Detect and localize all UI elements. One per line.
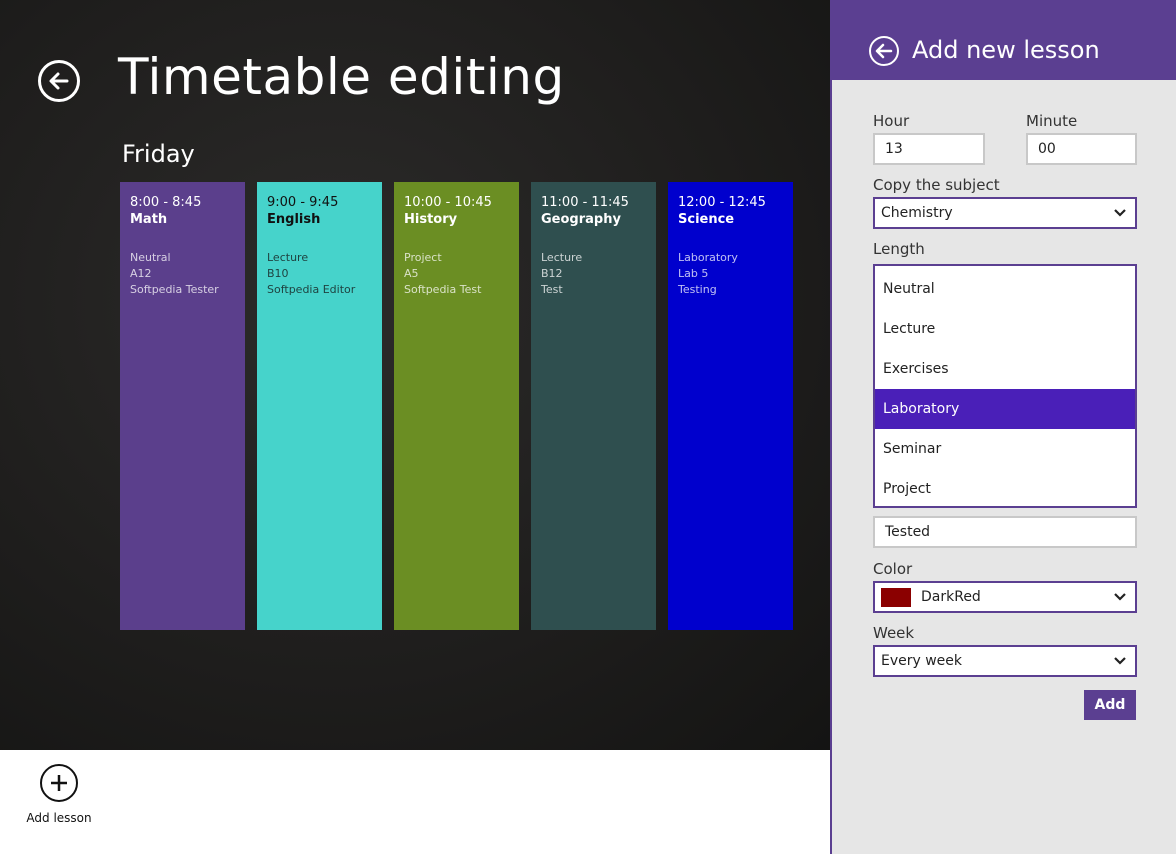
lesson-room: A12 (130, 267, 152, 280)
length-label: Length (873, 240, 925, 258)
lesson-subject: Geography (541, 212, 621, 227)
chevron-down-icon (1114, 593, 1126, 601)
dropdown-item-project[interactable]: Project (875, 469, 1135, 509)
lesson-type: Project (404, 251, 442, 264)
hour-label: Hour (873, 112, 910, 130)
teacher-input[interactable]: Tested (873, 516, 1137, 548)
lesson-room: B10 (267, 267, 289, 280)
add-lesson-label: Add lesson (26, 811, 92, 825)
dropdown-item-laboratory[interactable]: Laboratory (875, 389, 1135, 429)
flyout-header: Add new lesson (832, 0, 1176, 80)
dropdown-item-neutral[interactable]: Neutral (875, 269, 1135, 309)
lesson-room: Lab 5 (678, 267, 709, 280)
copy-subject-select[interactable]: Chemistry (873, 197, 1137, 229)
lesson-teacher: Softpedia Tester (130, 283, 219, 296)
timetable-board: Timetable editing Friday 8:00 - 8:45 Mat… (0, 0, 830, 750)
lesson-card-english[interactable]: 9:00 - 9:45 English Lecture B10 Softpedi… (257, 182, 382, 630)
lesson-teacher: Test (541, 283, 563, 296)
minute-label: Minute (1026, 112, 1078, 130)
minute-input[interactable]: 00 (1026, 133, 1137, 165)
lesson-type: Laboratory (678, 251, 738, 264)
copy-subject-value: Chemistry (881, 205, 953, 221)
flyout-back-button[interactable] (869, 36, 899, 66)
hour-input[interactable]: 13 (873, 133, 985, 165)
color-value: DarkRed (921, 589, 981, 605)
day-label: Friday (122, 140, 195, 168)
lesson-subject: Math (130, 212, 168, 227)
week-select[interactable]: Every week (873, 645, 1137, 677)
chevron-down-icon (1114, 209, 1126, 217)
lesson-teacher: Softpedia Test (404, 283, 482, 296)
color-select[interactable]: DarkRed (873, 581, 1137, 613)
lesson-time: 9:00 - 9:45 (267, 195, 339, 210)
chevron-down-icon (1114, 657, 1126, 665)
plus-circle-icon (51, 775, 67, 791)
lesson-teacher: Softpedia Editor (267, 283, 356, 296)
lesson-type: Neutral (130, 251, 171, 264)
week-value: Every week (881, 653, 963, 669)
lesson-teacher: Testing (678, 283, 717, 296)
copy-subject-label: Copy the subject (873, 176, 1000, 194)
color-label: Color (873, 560, 913, 578)
week-label: Week (873, 624, 915, 642)
lesson-card-science[interactable]: 12:00 - 12:45 Science Laboratory Lab 5 T… (668, 182, 793, 630)
back-button[interactable] (38, 60, 80, 102)
dropdown-item-lecture[interactable]: Lecture (875, 309, 1135, 349)
lesson-subject: Science (678, 212, 735, 227)
lesson-room: B12 (541, 267, 563, 280)
add-lesson-circle (40, 764, 78, 802)
add-lesson-flyout: Add new lesson Hour 13 Minute 00 Copy th… (830, 0, 1176, 854)
lesson-subject: English (267, 212, 321, 227)
lesson-type: Lecture (267, 251, 309, 264)
dropdown-item-seminar[interactable]: Seminar (875, 429, 1135, 469)
lesson-subject: History (404, 212, 458, 227)
add-button[interactable]: Add (1084, 690, 1136, 720)
lesson-card-history[interactable]: 10:00 - 10:45 History Project A5 Softped… (394, 182, 519, 630)
lesson-time: 10:00 - 10:45 (404, 195, 492, 210)
lesson-card-geography[interactable]: 11:00 - 11:45 Geography Lecture B12 Test (531, 182, 656, 630)
flyout-title: Add new lesson (912, 36, 1100, 64)
page-title: Timetable editing (118, 48, 565, 106)
length-dropdown-list: Neutral Lecture Exercises Laboratory Sem… (873, 264, 1137, 508)
color-swatch (881, 588, 911, 607)
back-arrow-icon (49, 72, 69, 90)
lesson-type: Lecture (541, 251, 583, 264)
lesson-time: 11:00 - 11:45 (541, 195, 629, 210)
lesson-time: 8:00 - 8:45 (130, 195, 202, 210)
lesson-time: 12:00 - 12:45 (678, 195, 766, 210)
lesson-card-math[interactable]: 8:00 - 8:45 Math Neutral A12 Softpedia T… (120, 182, 245, 630)
app-bar: Add lesson (0, 750, 830, 854)
lesson-room: A5 (404, 267, 419, 280)
back-arrow-icon (875, 43, 893, 59)
dropdown-item-exercises[interactable]: Exercises (875, 349, 1135, 389)
add-lesson-button[interactable]: Add lesson (20, 764, 98, 844)
